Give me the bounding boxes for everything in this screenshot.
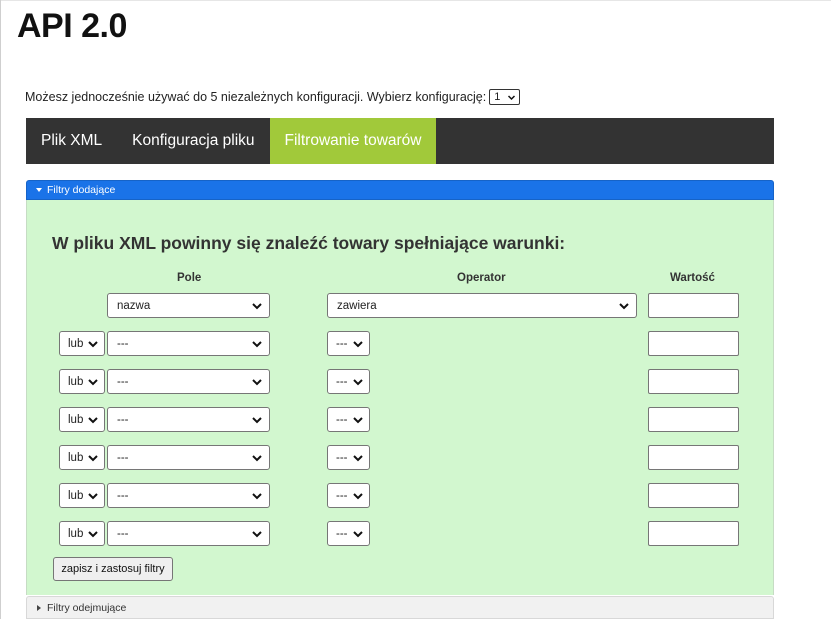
field-select-value: ---	[117, 489, 129, 502]
value-input[interactable]	[648, 331, 739, 356]
chevron-down-icon	[353, 416, 363, 423]
field-select[interactable]: ---	[107, 521, 270, 546]
logic-select[interactable]: lub	[59, 407, 105, 432]
left-border	[0, 0, 1, 619]
top-border	[0, 0, 831, 1]
chevron-down-icon	[252, 340, 262, 347]
logic-select[interactable]: lub	[59, 483, 105, 508]
caret-right-icon	[37, 604, 41, 611]
config-select-value: 1	[494, 91, 501, 103]
field-select[interactable]: ---	[107, 369, 270, 394]
chevron-down-icon	[88, 530, 98, 537]
logic-select[interactable]: lub	[59, 445, 105, 470]
page-title: API 2.0	[17, 7, 127, 45]
add-filters-header[interactable]: Filtry dodające	[26, 180, 774, 200]
operator-select-value: ---	[336, 413, 348, 426]
chevron-down-icon	[252, 454, 262, 461]
tab-plik-xml[interactable]: Plik XML	[26, 118, 117, 164]
value-input[interactable]	[648, 293, 739, 318]
operator-select[interactable]: ---	[327, 369, 370, 394]
chevron-down-icon	[252, 492, 262, 499]
value-input[interactable]	[648, 483, 739, 508]
operator-select[interactable]: ---	[327, 445, 370, 470]
field-select[interactable]: ---	[107, 483, 270, 508]
field-select[interactable]: ---	[107, 407, 270, 432]
column-header-value: Wartość	[670, 272, 715, 284]
tab-konfiguracja-pliku[interactable]: Konfiguracja pliku	[117, 118, 269, 164]
field-select[interactable]: nazwa	[107, 293, 270, 318]
field-select-value: ---	[117, 413, 129, 426]
chevron-down-icon	[353, 492, 363, 499]
config-label: Możesz jednocześnie używać do 5 niezależ…	[25, 90, 487, 104]
chevron-down-icon	[353, 340, 363, 347]
logic-select-value: lub	[68, 489, 84, 502]
value-input[interactable]	[648, 445, 739, 470]
field-select-value: nazwa	[117, 299, 151, 312]
operator-select[interactable]: ---	[327, 407, 370, 432]
column-header-field: Pole	[177, 272, 202, 284]
logic-select-value: lub	[68, 527, 84, 540]
chevron-down-icon	[508, 94, 516, 100]
chevron-down-icon	[252, 530, 262, 537]
tab-filtrowanie-towarow[interactable]: Filtrowanie towarów	[269, 118, 437, 164]
operator-select-value: ---	[336, 527, 348, 540]
operator-select[interactable]: ---	[327, 521, 370, 546]
chevron-down-icon	[353, 530, 363, 537]
config-line: Możesz jednocześnie używać do 5 niezależ…	[25, 88, 521, 106]
operator-select[interactable]: ---	[327, 483, 370, 508]
chevron-down-icon	[88, 454, 98, 461]
logic-select[interactable]: lub	[59, 331, 105, 356]
operator-select[interactable]: zawiera	[327, 293, 637, 318]
tab-label: Plik XML	[41, 132, 103, 149]
add-filters-title: Filtry dodające	[47, 184, 116, 196]
save-apply-filters-button[interactable]: zapisz i zastosuj filtry	[53, 557, 173, 581]
chevron-down-icon	[252, 416, 262, 423]
logic-select[interactable]: lub	[59, 369, 105, 394]
subtract-filters-title: Filtry odejmujące	[47, 601, 127, 614]
chevron-down-icon	[353, 454, 363, 461]
chevron-down-icon	[252, 302, 262, 309]
caret-down-icon	[36, 188, 42, 192]
operator-select-value: ---	[336, 337, 348, 350]
field-select[interactable]: ---	[107, 331, 270, 356]
operator-select-value: ---	[336, 451, 348, 464]
operator-select-value: ---	[336, 375, 348, 388]
operator-select-value: zawiera	[337, 299, 377, 312]
chevron-down-icon	[88, 340, 98, 347]
field-select[interactable]: ---	[107, 445, 270, 470]
filters-heading: W pliku XML powinny się znaleźć towary s…	[52, 233, 566, 253]
config-select[interactable]: 1	[489, 89, 521, 105]
tab-label: Konfiguracja pliku	[132, 132, 255, 149]
chevron-down-icon	[252, 378, 262, 385]
main-nav: Plik XML Konfiguracja pliku Filtrowanie …	[26, 118, 774, 164]
field-select-value: ---	[117, 451, 129, 464]
tab-label: Filtrowanie towarów	[284, 132, 422, 149]
value-input[interactable]	[648, 369, 739, 394]
logic-select-value: lub	[68, 337, 84, 350]
chevron-down-icon	[88, 492, 98, 499]
column-header-operator: Operator	[457, 272, 506, 284]
field-select-value: ---	[117, 527, 129, 540]
chevron-down-icon	[619, 302, 629, 309]
logic-select-value: lub	[68, 413, 84, 426]
logic-select-value: lub	[68, 375, 84, 388]
field-select-value: ---	[117, 375, 129, 388]
value-input[interactable]	[648, 407, 739, 432]
chevron-down-icon	[88, 416, 98, 423]
logic-select-value: lub	[68, 451, 84, 464]
operator-select[interactable]: ---	[327, 331, 370, 356]
chevron-down-icon	[88, 378, 98, 385]
logic-select[interactable]: lub	[59, 521, 105, 546]
subtract-filters-header[interactable]: Filtry odejmujące	[26, 596, 774, 619]
chevron-down-icon	[353, 378, 363, 385]
field-select-value: ---	[117, 337, 129, 350]
value-input[interactable]	[648, 521, 739, 546]
operator-select-value: ---	[336, 489, 348, 502]
